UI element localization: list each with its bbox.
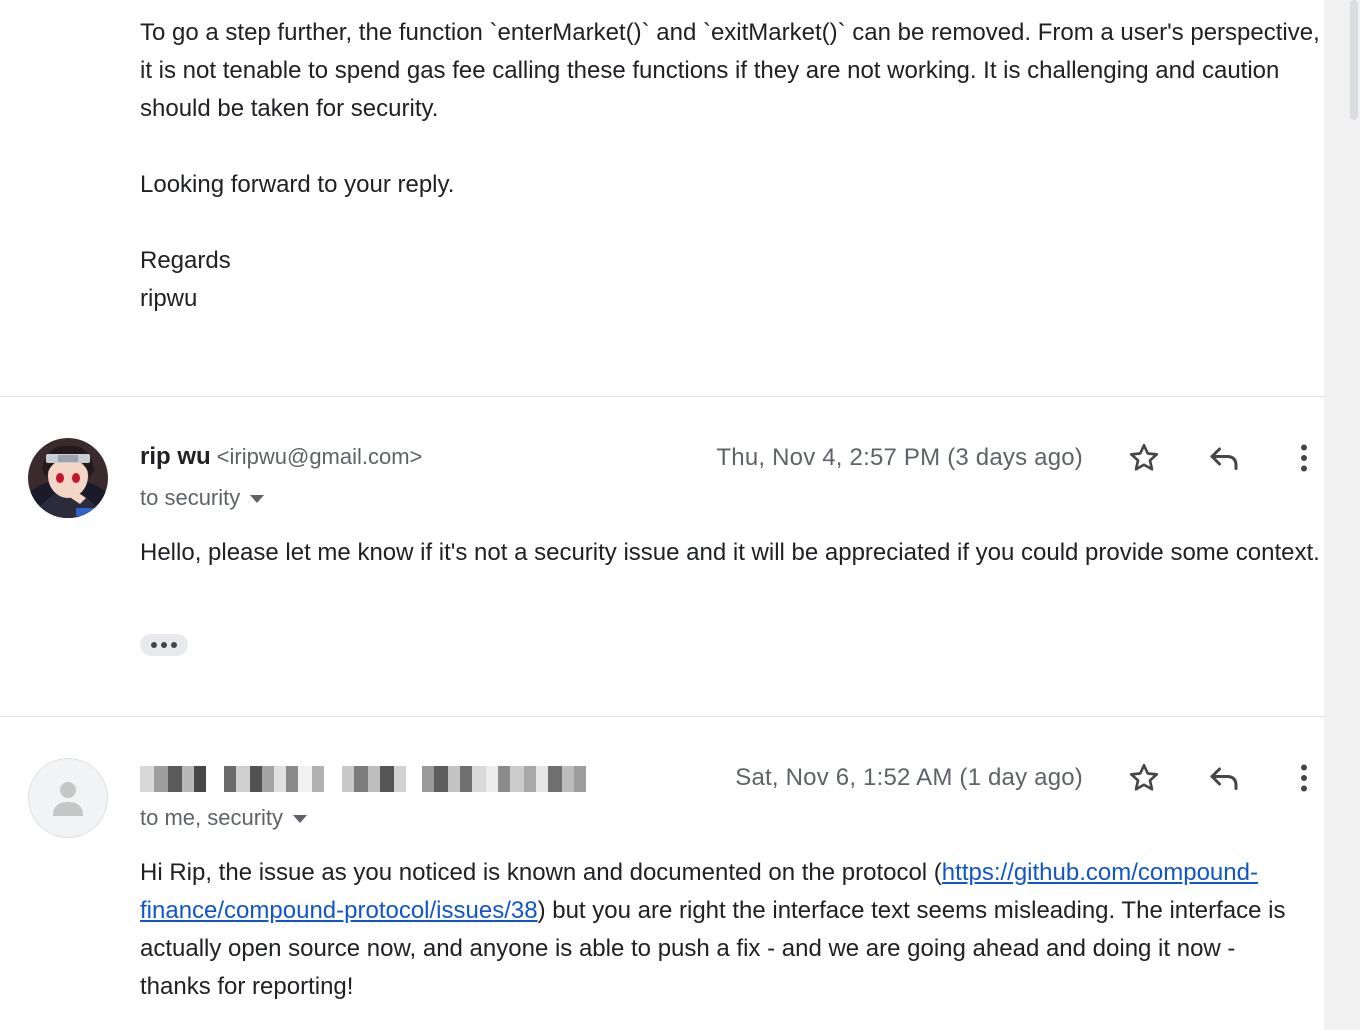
- sender-avatar[interactable]: [28, 758, 108, 838]
- reply-icon: [1210, 767, 1238, 790]
- previous-message-signoff: Regards: [140, 247, 231, 274]
- recipients-line: to security: [140, 485, 265, 511]
- default-person-icon: [53, 782, 83, 816]
- message-body-text: Hi Rip, the issue as you noticed is know…: [140, 854, 1300, 1006]
- previous-message-body: To go a step further, the function `ente…: [140, 14, 1325, 318]
- message-body: Hello, please let me know if it's not a …: [140, 534, 1325, 572]
- message-divider: [0, 716, 1324, 717]
- previous-message-signature: ripwu: [140, 285, 198, 312]
- reply-button[interactable]: [1200, 434, 1248, 482]
- recipients-text: to me, security: [140, 805, 284, 830]
- redacted-sender-name[interactable]: [140, 766, 626, 792]
- message-date: Thu, Nov 4, 2:57 PM (3 days ago): [716, 444, 1083, 471]
- chevron-down-icon[interactable]: [250, 495, 265, 503]
- reply-button[interactable]: [1200, 754, 1248, 802]
- more-options-button[interactable]: [1280, 754, 1328, 802]
- message-body: Hi Rip, the issue as you noticed is know…: [140, 854, 1300, 1006]
- star-icon: [1129, 443, 1159, 471]
- reply-icon: [1210, 447, 1238, 470]
- star-button[interactable]: [1120, 754, 1168, 802]
- scrollbar-thumb[interactable]: [1350, 0, 1358, 120]
- previous-message-paragraph: To go a step further, the function `ente…: [140, 19, 1320, 122]
- message-date: Sat, Nov 6, 1:52 AM (1 day ago): [735, 764, 1083, 791]
- more-vert-icon: [1301, 444, 1307, 472]
- more-vert-icon: [1301, 764, 1307, 792]
- recipients-text: to security: [140, 485, 241, 510]
- sender-email: <iripwu@gmail.com>: [216, 444, 423, 469]
- star-icon: [1129, 763, 1159, 791]
- more-options-button[interactable]: [1280, 434, 1328, 482]
- dot: [171, 642, 177, 648]
- user-avatar-anime-icon: [28, 438, 108, 518]
- dot: [151, 642, 157, 648]
- message-body-text: Hello, please let me know if it's not a …: [140, 539, 1320, 566]
- recipients-line: to me, security: [140, 805, 308, 831]
- show-trimmed-content-button[interactable]: [140, 634, 188, 656]
- dot: [161, 642, 167, 648]
- sender-line: rip wu <iripwu@gmail.com>: [140, 443, 422, 471]
- scrollbar-track[interactable]: [1324, 0, 1360, 1030]
- sender-avatar[interactable]: [28, 438, 108, 518]
- star-button[interactable]: [1120, 434, 1168, 482]
- chevron-down-icon[interactable]: [293, 815, 308, 823]
- previous-message-paragraph: Looking forward to your reply.: [140, 171, 455, 198]
- message-divider: [0, 396, 1324, 397]
- body-text-before-link: Hi Rip, the issue as you noticed is know…: [140, 859, 942, 886]
- sender-name[interactable]: rip wu: [140, 443, 211, 470]
